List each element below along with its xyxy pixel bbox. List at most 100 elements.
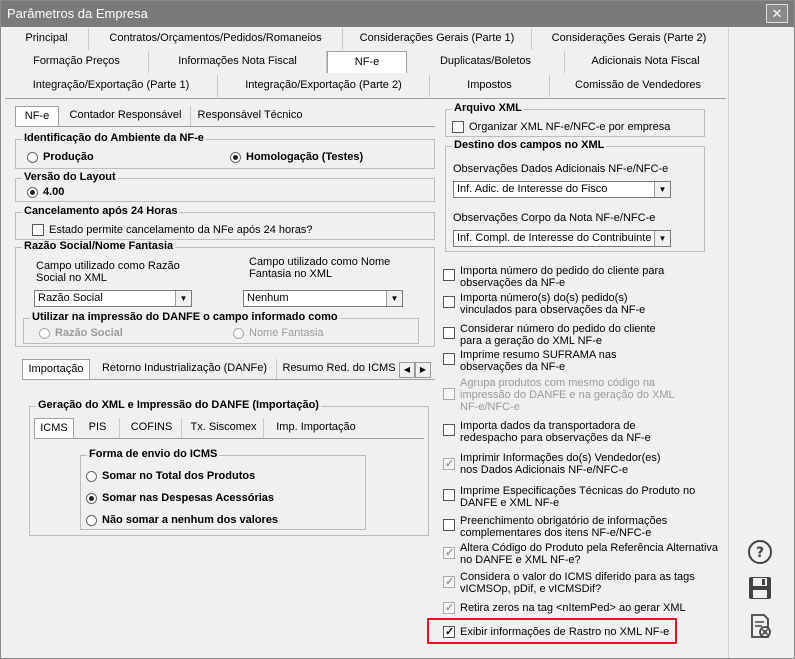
checkbox-option-1[interactable]: [443, 296, 455, 308]
group-versao: Versão do Layout 4.00: [15, 171, 435, 202]
subtab-pis[interactable]: PIS: [76, 418, 120, 438]
tab-nfe[interactable]: NF-e: [327, 51, 407, 73]
tab-impostos[interactable]: Impostos: [430, 75, 550, 97]
subtab-imp-importacao[interactable]: Imp. Importação: [266, 418, 366, 438]
option-1-label: Importa número(s) do(s) pedido(s) vincul…: [460, 292, 646, 316]
select-obs-corpo-value: Inf. Compl. de Interesse do Contribuinte: [457, 232, 652, 244]
save-icon[interactable]: [746, 574, 774, 602]
radio-producao[interactable]: [27, 152, 38, 163]
cancel-document-icon[interactable]: [746, 612, 774, 640]
checkbox-option-6[interactable]: [443, 458, 455, 470]
highlight-box: [427, 618, 677, 644]
checkbox-option-2[interactable]: [443, 327, 455, 339]
parametros-empresa-window: Parâmetros da Empresa ✕ Principal Contra…: [0, 0, 795, 659]
tab-informacoes-nota-fiscal[interactable]: Informações Nota Fiscal: [149, 51, 327, 73]
option-0-label: Importa número do pedido do cliente para…: [460, 265, 665, 289]
subtab-cofins[interactable]: COFINS: [122, 418, 182, 438]
group-destino-campos: Destino dos campos no XML Observações Da…: [445, 139, 705, 252]
option-5-label: Importa dados da transportadora de redes…: [460, 420, 651, 444]
close-button[interactable]: ✕: [766, 4, 788, 23]
select-campo-razao-value: Razão Social: [38, 292, 103, 304]
checkbox-organizar-xml[interactable]: [452, 121, 464, 133]
tab-contratos[interactable]: Contratos/Orçamentos/Pedidos/Romaneios: [89, 28, 343, 50]
group-forma-envio-icms: Forma de envio do ICMS Somar no Total do…: [80, 448, 366, 530]
opt-somar-total-label: Somar no Total dos Produtos: [102, 470, 256, 482]
group-cancelamento: Cancelamento após 24 Horas Estado permit…: [15, 205, 435, 240]
tab-integracao-1[interactable]: Integração/Exportação (Parte 1): [5, 75, 218, 97]
checkbox-option-8[interactable]: [443, 519, 455, 531]
subtab-divider: [15, 126, 435, 127]
subtab-resumo-red-icms[interactable]: Resumo Red. do ICMS: [279, 359, 399, 379]
tab-formacao-precos[interactable]: Formação Preços: [5, 51, 149, 73]
tab-scroll-right-button[interactable]: ▶: [415, 362, 431, 378]
chevron-down-icon: ▼: [386, 291, 402, 306]
option-11-label: Retira zeros na tag <nItemPed> ao gerar …: [460, 602, 686, 614]
tab-adicionais-nota-fiscal[interactable]: Adicionais Nota Fiscal: [565, 51, 726, 73]
radio-danfe-razao[interactable]: [39, 328, 50, 339]
radio-homologacao[interactable]: [230, 152, 241, 163]
subtab-contador[interactable]: Contador Responsável: [61, 106, 191, 126]
arquivo-xml-title: Arquivo XML: [452, 102, 524, 114]
subtab-importacao[interactable]: Importação: [22, 359, 90, 379]
radio-nao-somar[interactable]: [86, 515, 97, 526]
geracao-tab-divider: [34, 438, 424, 439]
tab-consideracoes-2[interactable]: Considerações Gerais (Parte 2): [532, 28, 726, 50]
chevron-down-icon: ▼: [175, 291, 191, 306]
checkbox-option-7[interactable]: [443, 489, 455, 501]
option-7-label: Imprime Especificações Técnicas do Produ…: [460, 485, 696, 509]
select-obs-corpo[interactable]: Inf. Compl. de Interesse do Contribuinte…: [453, 230, 671, 247]
window-title: Parâmetros da Empresa: [7, 6, 148, 21]
tab-principal[interactable]: Principal: [5, 28, 89, 50]
checkbox-option-9[interactable]: [443, 547, 455, 559]
subtab-icms[interactable]: ICMS: [34, 418, 74, 438]
radio-danfe-fantasia[interactable]: [233, 328, 244, 339]
obs-adicionais-label: Observações Dados Adicionais NF-e/NFC-e: [453, 163, 669, 175]
subtab-responsavel-tecnico[interactable]: Responsável Técnico: [191, 106, 309, 126]
chevron-down-icon: ▼: [654, 182, 670, 197]
option-4-label: Agrupa produtos com mesmo código na impr…: [460, 377, 675, 413]
checkbox-cancelamento[interactable]: [32, 224, 44, 236]
subtab-nfe[interactable]: NF-e: [15, 106, 59, 126]
checkbox-option-4[interactable]: [443, 388, 455, 400]
tab-comissao-vendedores[interactable]: Comissão de Vendedores: [550, 75, 726, 97]
tab-integracao-2[interactable]: Integração/Exportação (Parte 2): [218, 75, 430, 97]
identificacao-title: Identificação do Ambiente da NF-e: [22, 132, 206, 144]
radio-somar-total[interactable]: [86, 471, 97, 482]
main-tabs: Principal Contratos/Orçamentos/Pedidos/R…: [5, 28, 726, 99]
cancelamento-title: Cancelamento após 24 Horas: [22, 205, 180, 217]
checkbox-option-5[interactable]: [443, 424, 455, 436]
chevron-left-icon: ◀: [403, 365, 411, 374]
checkbox-option-0[interactable]: [443, 269, 455, 281]
group-geracao-xml: Geração do XML e Impressão do DANFE (Imp…: [29, 399, 429, 536]
select-campo-fantasia-value: Nenhum: [247, 292, 289, 304]
option-2-label: Considerar número do pedido do cliente p…: [460, 323, 656, 347]
danfe-title: Utilizar na impressão do DANFE o campo i…: [30, 311, 340, 323]
select-obs-adicionais-value: Inf. Adic. de Interesse do Fisco: [457, 183, 608, 195]
forma-title: Forma de envio do ICMS: [87, 448, 220, 460]
svg-text:?: ?: [756, 545, 764, 561]
select-campo-fantasia[interactable]: Nenhum ▼: [243, 290, 403, 307]
help-icon[interactable]: ?: [746, 538, 774, 566]
subtab-retorno-industrializacao[interactable]: Retorno Industrialização (DANFe): [93, 359, 277, 379]
tab-duplicatas-boletos[interactable]: Duplicatas/Boletos: [407, 51, 565, 73]
homologacao-label: Homologação (Testes): [246, 151, 364, 163]
subtab-tx-siscomex[interactable]: Tx. Siscomex: [184, 418, 264, 438]
checkbox-option-10[interactable]: [443, 576, 455, 588]
group-identificacao: Identificação do Ambiente da NF-e Produç…: [15, 132, 435, 169]
danfe-razao-label: Razão Social: [55, 327, 123, 339]
tab-scroll-left-button[interactable]: ◀: [399, 362, 415, 378]
checkbox-option-11[interactable]: [443, 602, 455, 614]
select-campo-razao[interactable]: Razão Social ▼: [34, 290, 192, 307]
radio-somar-despesas[interactable]: [86, 493, 97, 504]
option-10-label: Considera o valor do ICMS diferido para …: [460, 571, 695, 595]
opt-nao-somar-label: Não somar a nenhum dos valores: [102, 514, 279, 526]
chevron-down-icon: ▼: [654, 231, 670, 246]
select-obs-adicionais[interactable]: Inf. Adic. de Interesse do Fisco ▼: [453, 181, 671, 198]
title-bar[interactable]: Parâmetros da Empresa ✕: [1, 1, 794, 27]
tab-consideracoes-1[interactable]: Considerações Gerais (Parte 1): [343, 28, 532, 50]
group-razao-social: Razão Social/Nome Fantasia Campo utiliza…: [15, 240, 435, 347]
checkbox-option-3[interactable]: [443, 353, 455, 365]
nfe-tab-content: NF-e Contador Responsável Responsável Té…: [5, 98, 726, 656]
versao-title: Versão do Layout: [22, 171, 118, 183]
radio-versao-400[interactable]: [27, 187, 38, 198]
